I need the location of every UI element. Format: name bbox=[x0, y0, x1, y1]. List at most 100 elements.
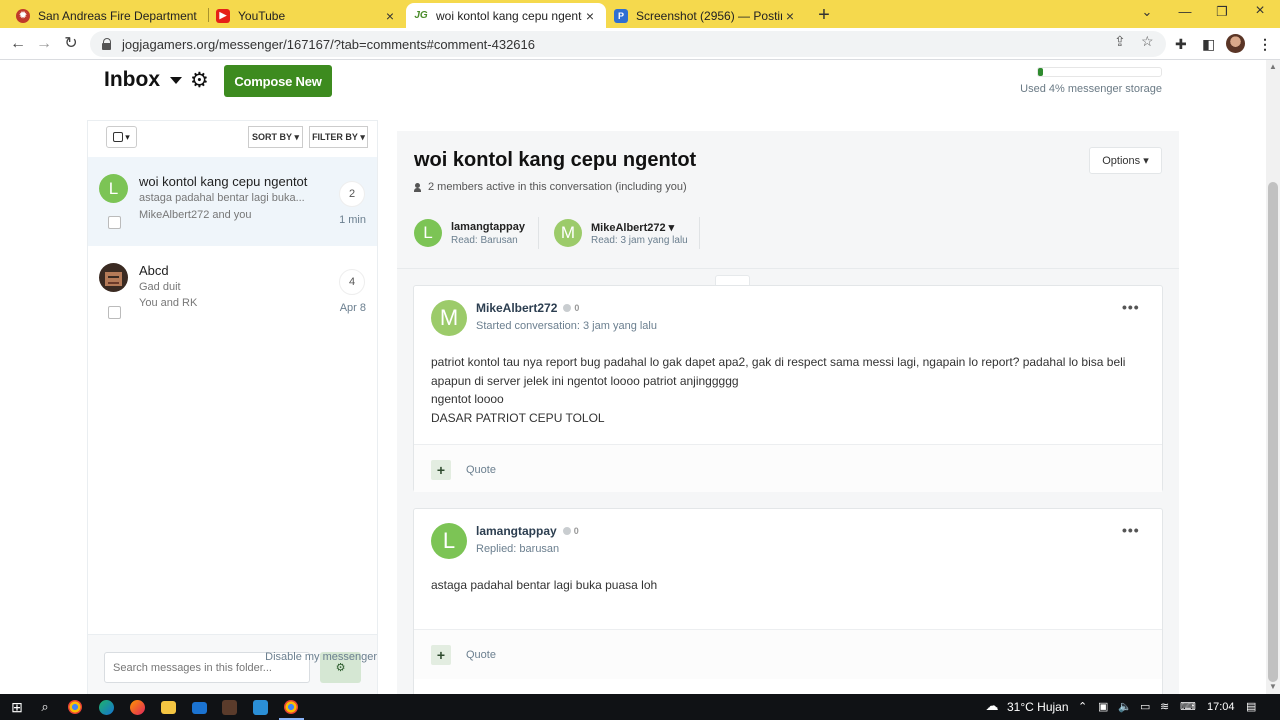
conversation-list-item[interactable]: L woi kontol kang cepu ngentot astaga pa… bbox=[88, 157, 377, 246]
chrome-active-icon[interactable] bbox=[284, 700, 298, 714]
options-dropdown-button[interactable]: Options ▾ bbox=[1089, 147, 1162, 174]
more-options-icon[interactable]: ••• bbox=[1122, 522, 1140, 538]
avatar: L bbox=[431, 523, 467, 559]
tab-search-icon[interactable]: ⌄ bbox=[1137, 4, 1157, 20]
members-active-text: 2 members active in this conversation (i… bbox=[414, 181, 687, 193]
forward-arrow-icon[interactable]: → bbox=[33, 33, 55, 55]
minimize-icon[interactable]: — bbox=[1175, 4, 1195, 19]
chrome-menu-icon[interactable]: ⋮ bbox=[1258, 36, 1272, 53]
battery-icon[interactable]: ▭ bbox=[1140, 700, 1150, 713]
disable-messenger-link[interactable]: Disable my messenger bbox=[230, 651, 377, 663]
quote-button[interactable]: Quote bbox=[466, 649, 496, 661]
browser-tab-bar: ✹ San Andreas Fire Department - U ▶ YouT… bbox=[0, 0, 1280, 28]
conversation-list-item[interactable]: Abcd Gad duit You and RK 4 Apr 8 bbox=[88, 246, 377, 335]
participant-name[interactable]: lamangtappay bbox=[451, 221, 525, 233]
tray-app-icon[interactable]: ▣ bbox=[1098, 700, 1108, 713]
message-footer: + Quote bbox=[414, 629, 1162, 679]
url-bar[interactable]: jogjagamers.org/messenger/167167/?tab=co… bbox=[90, 31, 1166, 57]
share-icon[interactable]: ⇪ bbox=[1114, 33, 1126, 50]
browser-tab[interactable]: P Screenshot (2956) — Postimages × bbox=[606, 3, 806, 28]
participant[interactable]: L lamangtappay Read: Barusan bbox=[414, 216, 534, 252]
notifications-icon[interactable]: ▤ bbox=[1246, 700, 1256, 713]
sort-by-button[interactable]: SORT BY ▾ bbox=[248, 126, 303, 148]
avatar bbox=[99, 263, 128, 292]
storage-progress-fill bbox=[1038, 68, 1043, 76]
participant[interactable]: M MikeAlbert272 ▾ Read: 3 jam yang lalu bbox=[554, 216, 694, 252]
messenger-page: Inbox ⚙ Compose New Used 4% messenger st… bbox=[0, 60, 1266, 694]
lock-icon bbox=[102, 38, 112, 50]
windows-start-icon[interactable]: ⊞ bbox=[8, 698, 26, 716]
browser-tab[interactable]: ✹ San Andreas Fire Department - U bbox=[8, 3, 208, 28]
caret-down-icon bbox=[170, 76, 182, 84]
select-all-dropdown[interactable]: ▾ bbox=[106, 126, 137, 148]
search-icon[interactable]: ⌕ bbox=[36, 698, 54, 716]
conversation-panel: woi kontol kang cepu ngentot 2 members a… bbox=[397, 131, 1179, 694]
list-toolbar: ▾ SORT BY ▾ FILTER BY ▾ bbox=[88, 121, 377, 157]
scrollbar-thumb[interactable] bbox=[1268, 182, 1278, 682]
fire-department-favicon-icon: ✹ bbox=[16, 8, 30, 23]
multiquote-plus-button[interactable]: + bbox=[431, 460, 451, 480]
scroll-down-arrow-icon[interactable]: ▼ bbox=[1269, 682, 1277, 691]
page-scrollbar[interactable]: ▲ ▼ bbox=[1266, 60, 1280, 694]
close-window-icon[interactable]: × bbox=[1250, 2, 1270, 20]
weather-text[interactable]: 31°C Hujan bbox=[1007, 700, 1069, 714]
maximize-icon[interactable]: ❐ bbox=[1212, 4, 1232, 20]
extensions-puzzle-icon[interactable]: ✚ bbox=[1175, 36, 1187, 53]
conversation-checkbox[interactable] bbox=[108, 306, 121, 319]
quote-button[interactable]: Quote bbox=[466, 464, 496, 476]
conversation-title[interactable]: Abcd bbox=[139, 263, 169, 278]
conversation-members: You and RK bbox=[139, 297, 198, 309]
mail-icon[interactable] bbox=[192, 702, 207, 714]
conversation-header: woi kontol kang cepu ngentot 2 members a… bbox=[397, 131, 1179, 269]
message-author: MikeAlbert272 0 bbox=[476, 301, 580, 315]
browser-tab[interactable]: ▶ YouTube × bbox=[208, 3, 406, 28]
reload-icon[interactable]: ↻ bbox=[60, 33, 82, 55]
conversation-members: MikeAlbert272 and you bbox=[139, 209, 252, 221]
scroll-up-arrow-icon[interactable]: ▲ bbox=[1269, 62, 1277, 71]
conversation-checkbox[interactable] bbox=[108, 216, 121, 229]
browser-tab-active[interactable]: JG woi kontol kang cepu ngentot - J × bbox=[406, 3, 606, 28]
message-body: patriot kontol tau nya report bug padaha… bbox=[431, 355, 1126, 425]
status-dot-icon bbox=[562, 527, 571, 535]
postimages-favicon-icon: P bbox=[614, 8, 628, 23]
reply-count-badge: 2 bbox=[339, 181, 365, 207]
app-icon[interactable] bbox=[253, 700, 268, 715]
keyboard-icon[interactable]: ⌨ bbox=[1180, 700, 1196, 713]
speaker-icon[interactable]: 🔈 bbox=[1118, 700, 1132, 713]
close-tab-icon[interactable]: × bbox=[782, 8, 798, 24]
multiquote-plus-button[interactable]: + bbox=[431, 645, 451, 665]
chrome-icon[interactable] bbox=[68, 700, 82, 714]
close-tab-icon[interactable]: × bbox=[382, 8, 398, 24]
inbox-folder-dropdown[interactable]: Inbox bbox=[104, 68, 182, 92]
user-icon bbox=[414, 182, 421, 192]
compose-new-button[interactable]: Compose New bbox=[224, 65, 332, 97]
checkbox-icon bbox=[113, 132, 124, 142]
storage-label: Used 4% messenger storage bbox=[1020, 83, 1162, 95]
chevron-up-icon[interactable]: ⌃ bbox=[1078, 700, 1087, 713]
edge-icon[interactable] bbox=[99, 700, 114, 715]
wifi-icon[interactable]: ≋ bbox=[1160, 700, 1169, 713]
bookmark-star-icon[interactable]: ☆ bbox=[1141, 33, 1154, 50]
conversation-title: woi kontol kang cepu ngentot bbox=[414, 149, 697, 171]
profile-avatar[interactable] bbox=[1226, 34, 1245, 53]
file-explorer-icon[interactable] bbox=[161, 701, 176, 714]
status-dot-icon bbox=[563, 304, 572, 312]
participant-read-status: Read: 3 jam yang lalu bbox=[591, 235, 688, 246]
gear-icon[interactable]: ⚙ bbox=[190, 68, 209, 93]
close-tab-icon[interactable]: × bbox=[582, 8, 598, 24]
conversation-snippet: Gad duit bbox=[139, 281, 181, 293]
firefox-icon[interactable] bbox=[130, 700, 145, 715]
more-options-icon[interactable]: ••• bbox=[1122, 299, 1140, 315]
participant-name-dropdown[interactable]: MikeAlbert272 ▾ bbox=[591, 221, 674, 234]
divider bbox=[699, 217, 700, 249]
back-arrow-icon[interactable]: ← bbox=[7, 33, 29, 55]
url-text: jogjagamers.org/messenger/167167/?tab=co… bbox=[122, 36, 535, 52]
message-author: lamangtappay 0 bbox=[476, 524, 579, 538]
side-panel-icon[interactable]: ◧ bbox=[1202, 36, 1215, 53]
page-title: Inbox bbox=[104, 68, 160, 91]
clock-time[interactable]: 17:04 bbox=[1207, 701, 1235, 713]
game-app-icon[interactable] bbox=[222, 700, 237, 715]
conversation-title[interactable]: woi kontol kang cepu ngentot bbox=[139, 174, 307, 189]
new-tab-icon[interactable]: + bbox=[814, 4, 834, 27]
filter-by-button[interactable]: FILTER BY ▾ bbox=[309, 126, 368, 148]
